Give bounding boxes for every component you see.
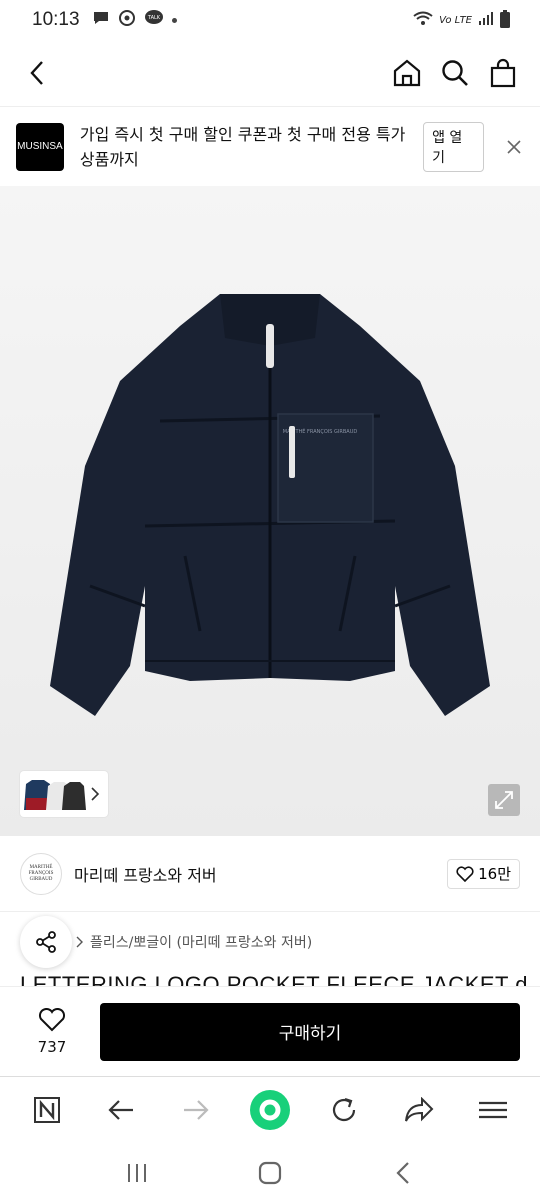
brand-logo[interactable]: MARITHÉ FRANÇOIS GIRBAUD (20, 852, 62, 895)
heart-icon (38, 1007, 66, 1031)
product-image-gallery[interactable]: MARITHÉ FRANÇOIS GIRBAUD (0, 186, 540, 836)
chevron-left-icon (396, 1162, 410, 1184)
home-circle-icon (258, 1161, 282, 1185)
expand-icon (495, 791, 513, 809)
top-header (0, 40, 540, 106)
arrow-left-icon (108, 1099, 134, 1120)
home-icon (393, 59, 421, 87)
back-nav-button[interactable] (378, 1153, 428, 1193)
heart-icon (456, 865, 474, 882)
recycle-icon (118, 9, 136, 32)
talk-label: TALK (146, 15, 160, 21)
category-row: 플리스/뽀글이 (마리떼 프랑소와 저버) (0, 914, 540, 970)
product-like-count: 737 (37, 1037, 67, 1056)
naver-icon (34, 1096, 61, 1123)
green-dot-button[interactable] (245, 1085, 295, 1135)
open-app-button[interactable]: 앱 열기 (423, 121, 485, 172)
brand-like-button[interactable]: 16만 (447, 858, 520, 889)
category-path: 플리스/뽀글이 (마리떼 프랑소와 저버) (90, 935, 313, 951)
recents-button[interactable] (112, 1153, 162, 1193)
more-notifications-dot (171, 17, 177, 23)
naver-home-button[interactable] (22, 1085, 72, 1135)
chevron-right-icon (91, 787, 100, 801)
share-icon (36, 931, 56, 953)
browser-toolbar (0, 1076, 540, 1142)
close-icon (507, 139, 521, 154)
chevron-right-icon (76, 936, 83, 948)
status-bar: 10:13 TALK Vo LTE (0, 0, 540, 40)
brand-like-count: 16만 (478, 865, 511, 883)
forward-share-icon (404, 1096, 433, 1121)
refresh-button[interactable] (319, 1085, 369, 1135)
chat-icon (92, 9, 110, 32)
search-button[interactable] (436, 53, 474, 93)
notification-icons: TALK (92, 9, 177, 32)
back-button[interactable] (18, 53, 58, 93)
cart-button[interactable] (484, 53, 522, 93)
home-button[interactable] (388, 53, 426, 93)
wifi-icon (413, 11, 433, 30)
browser-menu-button[interactable] (468, 1085, 518, 1135)
share-button[interactable] (20, 916, 72, 968)
brand-name[interactable]: 마리떼 프랑소와 저버 (74, 862, 217, 886)
home-nav-button[interactable] (245, 1153, 295, 1193)
app-install-banner: MUSINSA 가입 즉시 첫 구매 할인 쿠폰과 첫 구매 전용 특가 상품까… (0, 106, 540, 186)
status-time: 10:13 (32, 9, 80, 30)
browser-forward-button[interactable] (171, 1085, 221, 1135)
expand-image-button[interactable] (488, 784, 520, 816)
banner-close-button[interactable] (504, 137, 524, 157)
product-title: LETTERING LOGO POCKET FLEECE JACKET d (20, 972, 528, 986)
color-thumbnails (24, 776, 86, 812)
refresh-icon (333, 1097, 356, 1121)
header-actions (388, 53, 522, 93)
menu-icon (478, 1101, 507, 1118)
signal-icon (478, 11, 494, 29)
chevron-left-icon (30, 61, 43, 85)
browser-share-button[interactable] (394, 1085, 444, 1135)
banner-message: 가입 즉시 첫 구매 할인 쿠폰과 첫 구매 전용 특가 상품까지 (79, 124, 406, 169)
product-image: MARITHÉ FRANÇOIS GIRBAUD (50, 294, 490, 716)
bag-icon (490, 58, 516, 88)
buy-button[interactable]: 구매하기 (100, 1002, 520, 1061)
product-like-button[interactable]: 737 (20, 1007, 84, 1056)
green-dot-icon (249, 1089, 290, 1130)
musinsa-logo: MUSINSA (16, 122, 64, 171)
search-icon (442, 60, 468, 86)
talk-icon: TALK (144, 9, 164, 32)
arrow-right-icon (183, 1099, 209, 1120)
color-options-thumbnail[interactable] (20, 771, 108, 817)
brand-row: MARITHÉ FRANÇOIS GIRBAUD 마리떼 프랑소와 저버 16만 (0, 836, 540, 912)
recents-icon (127, 1164, 146, 1182)
network-label: Vo LTE (439, 14, 472, 26)
purchase-bar: 737 구매하기 (0, 986, 540, 1076)
breadcrumb[interactable]: 플리스/뽀글이 (마리떼 프랑소와 저버) (76, 932, 312, 952)
system-indicators: Vo LTE (413, 9, 510, 31)
system-nav-bar (0, 1142, 540, 1204)
battery-icon (500, 9, 510, 31)
browser-back-button[interactable] (96, 1085, 146, 1135)
